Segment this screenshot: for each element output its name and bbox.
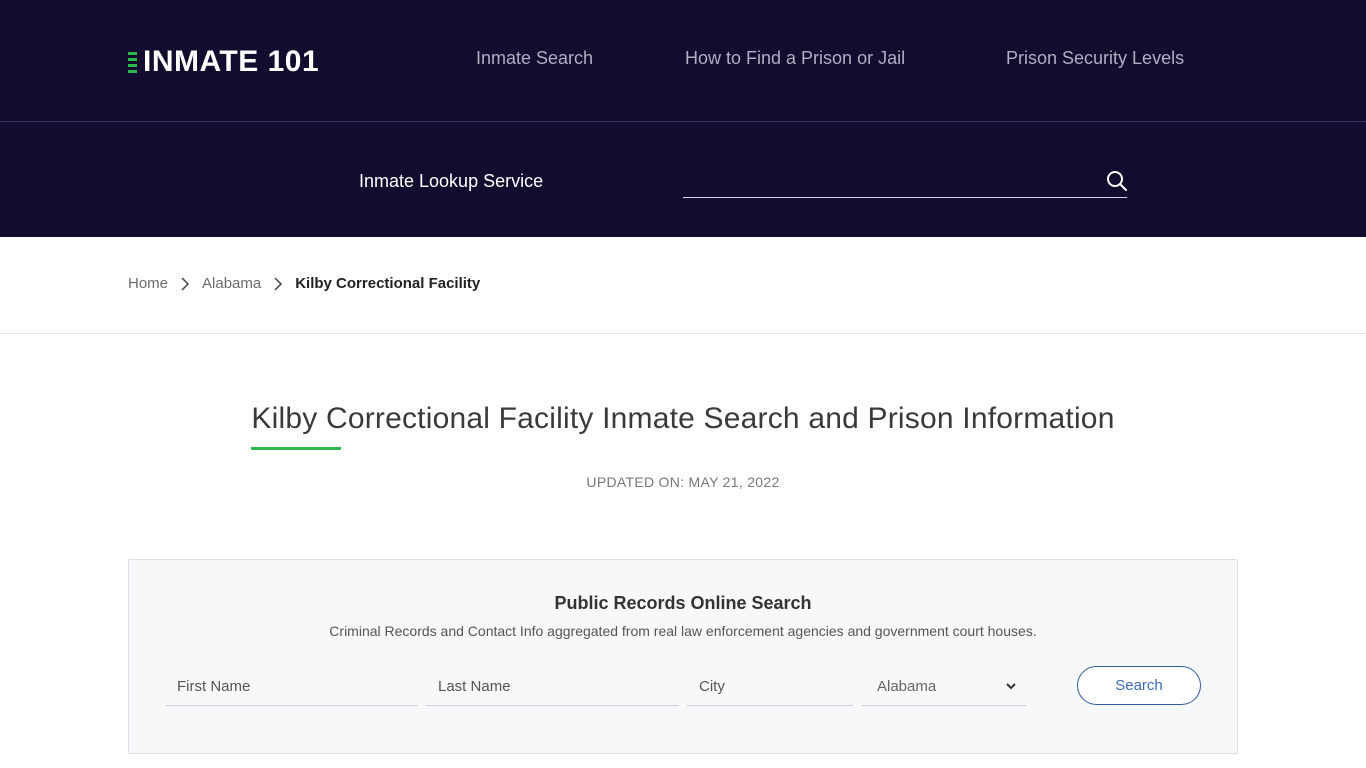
search-icon[interactable] [1105,169,1129,193]
top-navbar: INMATE 101 Inmate Search How to Find a P… [0,0,1366,122]
chevron-down-icon [1005,678,1017,695]
chevron-right-icon [271,276,285,292]
city-input[interactable] [687,668,853,706]
breadcrumb: Home Alabama Kilby Correctional Facility [128,275,480,292]
public-records-search-card: Public Records Online Search Criminal Re… [128,559,1238,754]
first-name-input[interactable] [165,668,418,706]
state-select-value: Alabama [877,678,937,695]
chevron-right-icon [178,276,192,292]
breadcrumb-home[interactable]: Home [128,275,168,292]
updated-date: UPDATED ON: MAY 21, 2022 [586,474,780,490]
lookup-label: Inmate Lookup Service [359,171,544,191]
lookup-search-input[interactable] [683,164,1127,198]
card-subtitle: Criminal Records and Contact Info aggreg… [329,623,1037,639]
breadcrumb-bar: Home Alabama Kilby Correctional Facility [0,237,1366,334]
state-select[interactable]: Alabama [861,668,1027,706]
nav-inmate-search[interactable]: Inmate Search [476,48,593,69]
nav-how-to-find-prison[interactable]: How to Find a Prison or Jail [685,48,905,69]
card-title: Public Records Online Search [554,593,812,613]
title-underline [251,447,342,450]
page-title-text: Kilby Correctional Facility Inmate Searc… [251,402,1115,435]
breadcrumb-current: Kilby Correctional Facility [295,275,481,292]
nav-prison-security-levels[interactable]: Prison Security Levels [1006,48,1184,69]
search-button[interactable]: Search [1077,666,1201,705]
main-nav: Inmate Search How to Find a Prison or Ja… [0,48,1366,74]
breadcrumb-alabama[interactable]: Alabama [202,275,261,292]
page-title: Kilby Correctional Facility Inmate Searc… [251,402,1115,450]
last-name-input[interactable] [426,668,679,706]
page-header: Kilby Correctional Facility Inmate Searc… [0,402,1366,490]
